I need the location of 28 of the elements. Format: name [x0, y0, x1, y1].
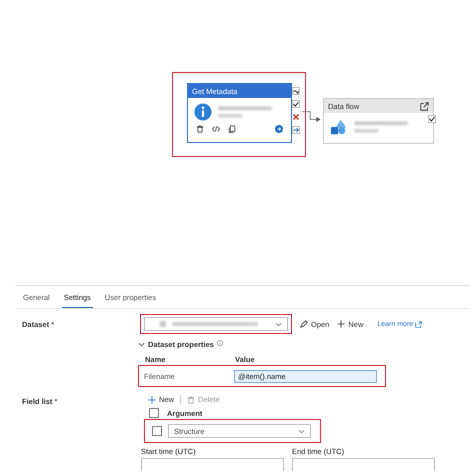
blurred-text — [218, 104, 274, 120]
external-link-icon — [415, 320, 422, 328]
skip-icon[interactable] — [292, 87, 300, 95]
pencil-icon — [300, 320, 308, 328]
chevron-down-icon — [298, 428, 305, 434]
blurred-text — [354, 119, 410, 135]
data-flow-icon — [330, 118, 348, 136]
checkbox[interactable] — [152, 426, 162, 436]
success-check-icon[interactable] — [428, 115, 436, 123]
plus-icon — [148, 396, 156, 404]
completion-arrow-icon[interactable] — [292, 126, 300, 134]
time-input[interactable] — [292, 458, 435, 471]
connector-arrow — [301, 110, 323, 122]
success-check-icon[interactable] — [292, 100, 300, 108]
code-icon[interactable] — [212, 125, 220, 133]
info-icon — [216, 340, 223, 346]
failure-x-icon[interactable] — [292, 113, 300, 121]
delete-icon[interactable] — [196, 125, 204, 133]
arrow-right-icon[interactable] — [275, 125, 283, 133]
open-external-icon[interactable] — [420, 102, 429, 110]
time-input[interactable] — [141, 458, 284, 471]
checkbox[interactable] — [149, 408, 159, 418]
trash-icon — [187, 396, 196, 404]
chevron-down-icon — [275, 322, 282, 326]
copy-icon[interactable] — [228, 125, 236, 133]
info-icon — [194, 103, 212, 121]
chevron-down-icon[interactable] — [138, 342, 145, 347]
plus-icon — [337, 320, 346, 328]
